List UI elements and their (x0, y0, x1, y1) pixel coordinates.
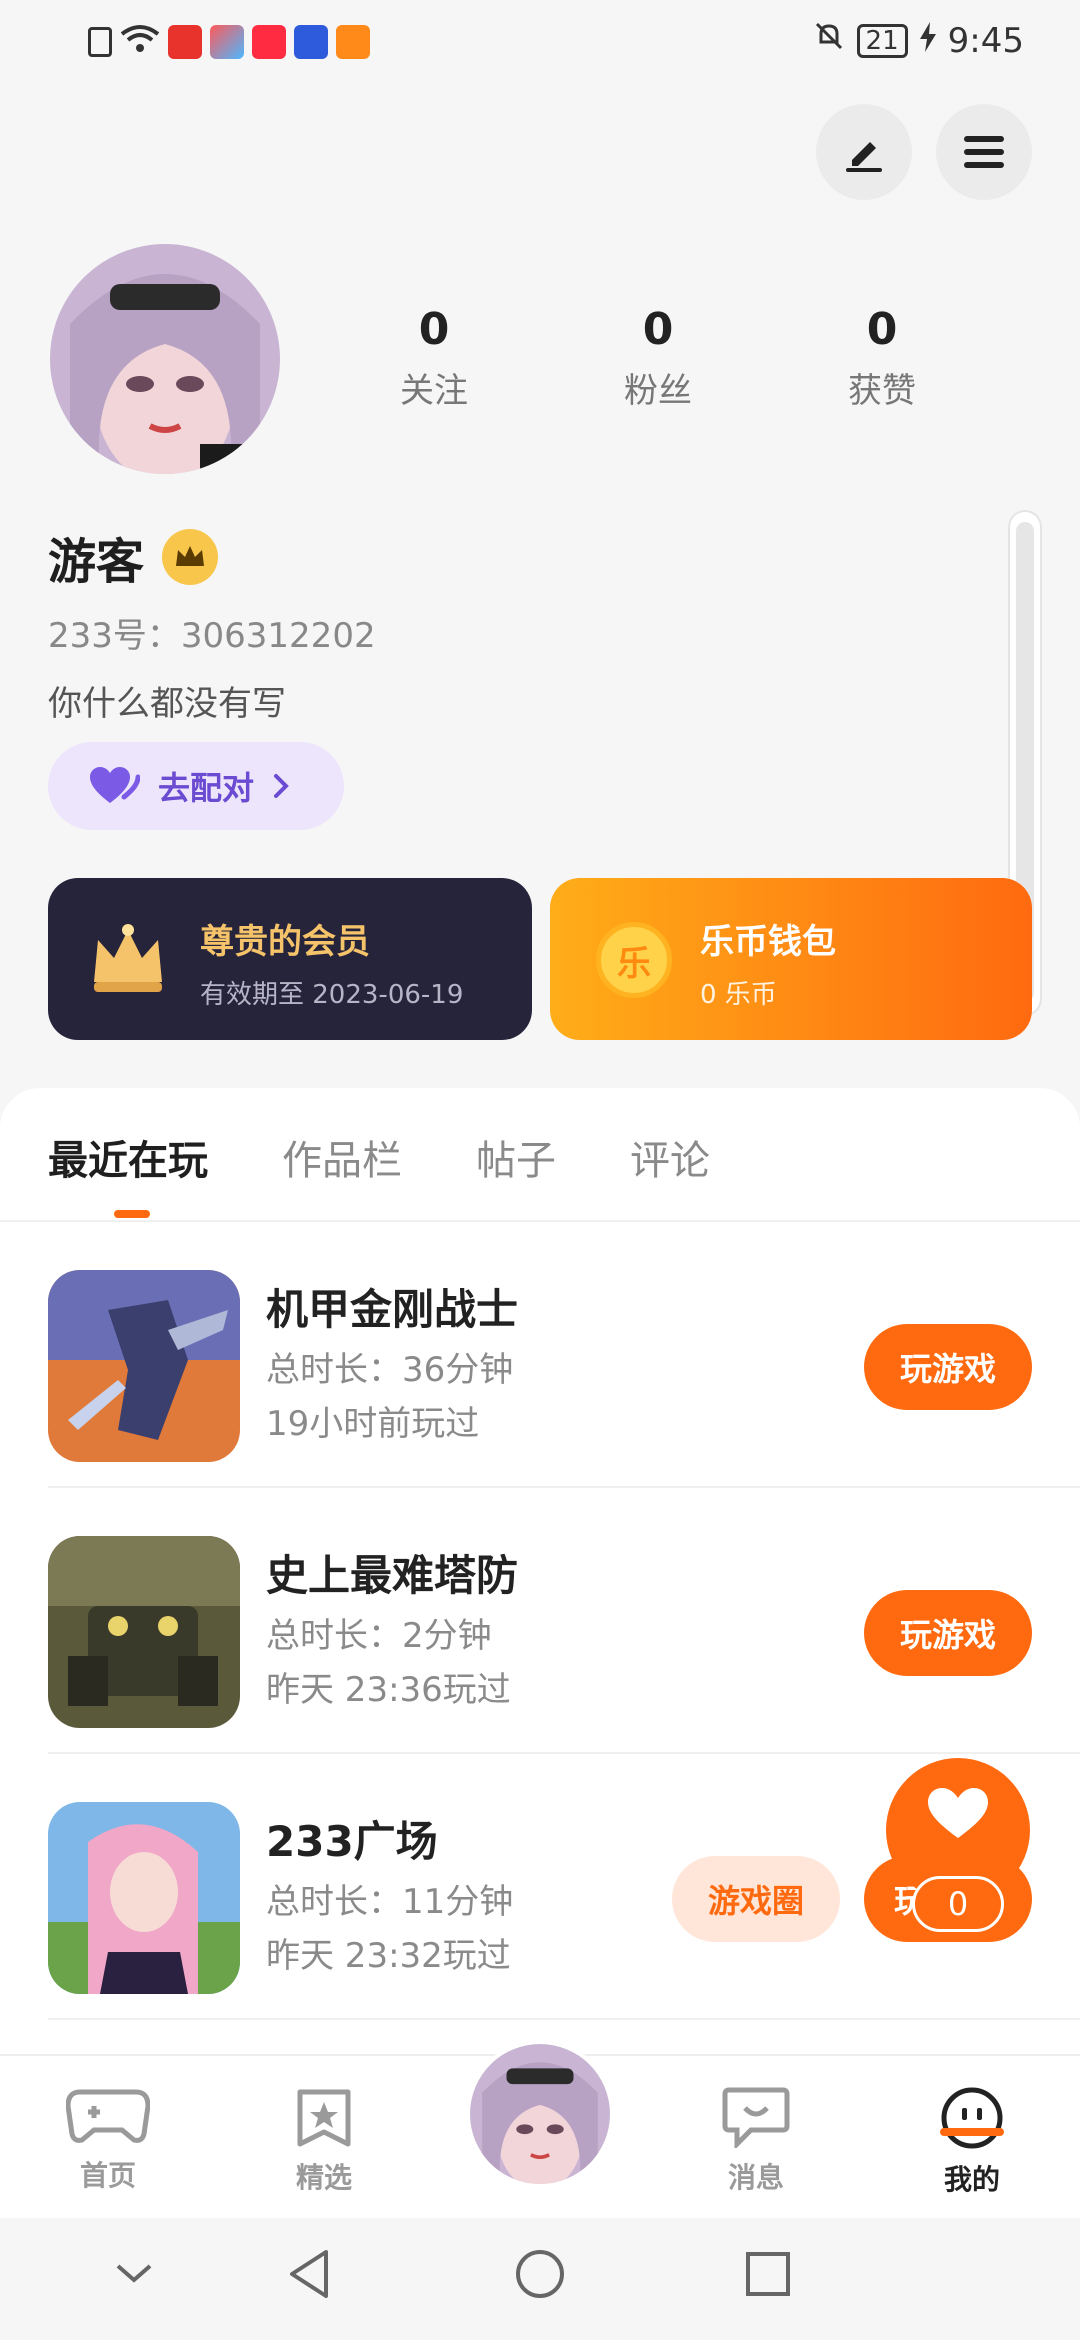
stat-likes[interactable]: 0 获赞 (802, 304, 962, 412)
tab-bar: 最近在玩 作品栏 帖子 评论 (48, 1128, 710, 1186)
gamepad-icon (65, 2089, 151, 2143)
game-last-played: 19小时前玩过 (266, 1404, 480, 1444)
nav-label: 我的 (943, 2163, 1000, 2196)
content-panel: 最近在玩 作品栏 帖子 评论 机甲金刚战士 总时长：36分钟 19小时前玩过 玩… (0, 1088, 1080, 2088)
game-name: 机甲金刚战士 (266, 1285, 519, 1334)
game-duration: 总时长：36分钟 (266, 1350, 514, 1390)
hamburger-icon (964, 136, 1004, 168)
vip-card-title: 尊贵的会员 (200, 922, 370, 962)
nav-messages[interactable]: 消息 (686, 2086, 826, 2196)
tab-recent[interactable]: 最近在玩 (48, 1128, 208, 1186)
menu-button[interactable] (936, 104, 1032, 200)
stat-following[interactable]: 0 关注 (354, 304, 514, 412)
alert-icon (88, 27, 112, 57)
nav-label: 首页 (79, 2159, 136, 2192)
recents-icon[interactable] (744, 2250, 792, 2298)
stat-label: 粉丝 (624, 371, 692, 411)
game-circle-button[interactable]: 游戏圈 (672, 1856, 840, 1942)
match-button[interactable]: 去配对 (48, 742, 344, 830)
nav-center-avatar[interactable] (466, 2040, 614, 2188)
name-row: 游客 (48, 522, 219, 592)
back-icon[interactable] (286, 2248, 330, 2300)
wallet-card-title: 乐币钱包 (700, 922, 836, 962)
stat-value: 0 (866, 304, 898, 355)
username: 游客 (48, 534, 145, 590)
tab-posts[interactable]: 帖子 (476, 1128, 556, 1186)
tab-comments[interactable]: 评论 (630, 1128, 710, 1186)
coin-char: 乐 (617, 943, 651, 984)
vip-badge[interactable] (162, 529, 219, 585)
chat-bubble-icon (722, 2087, 790, 2151)
system-nav-bar (0, 2218, 1080, 2340)
play-game-button[interactable]: 玩游戏 (864, 1324, 1032, 1410)
like-count: 0 (912, 1876, 1004, 1932)
stat-label: 关注 (400, 371, 468, 411)
app-icon (252, 25, 286, 59)
profile-avatar[interactable] (50, 244, 280, 474)
crown-icon (176, 546, 205, 566)
vip-card[interactable]: 尊贵的会员 有效期至 2023-06-19 (48, 878, 532, 1040)
nav-active-indicator (940, 2128, 1004, 2136)
face-icon (941, 2087, 1003, 2149)
wifi-icon (120, 24, 160, 60)
chevron-right-icon (274, 774, 289, 798)
game-last-played: 昨天 23:36玩过 (266, 1670, 511, 1710)
charging-icon (919, 21, 936, 61)
game-name: 233广场 (266, 1817, 438, 1866)
nav-label: 消息 (727, 2161, 784, 2194)
game-duration: 总时长：2分钟 (266, 1616, 492, 1656)
stat-value: 0 (642, 304, 674, 355)
nav-label: 精选 (295, 2161, 352, 2194)
vip-card-subtitle: 有效期至 2023-06-19 (200, 980, 464, 1010)
play-game-button[interactable]: 玩游戏 (864, 1590, 1032, 1676)
user-bio: 你什么都没有写 (48, 684, 286, 724)
notification-icons (88, 24, 370, 60)
nav-featured[interactable]: 精选 (254, 2086, 394, 2196)
user-id: 233号：306312202 (48, 616, 376, 656)
clock: 9:45 (947, 20, 1024, 61)
mute-icon (813, 20, 845, 61)
wallet-card[interactable]: 乐 乐币钱包 0 乐币 (550, 878, 1032, 1040)
stat-label: 获赞 (848, 371, 916, 411)
star-bookmark-icon (297, 2089, 351, 2147)
game-name: 史上最难塔防 (266, 1551, 519, 1600)
coin-icon: 乐 (596, 922, 672, 998)
app-icon (336, 25, 370, 59)
game-thumbnail[interactable] (48, 1270, 240, 1462)
game-row[interactable]: 史上最难塔防 总时长：2分钟 昨天 23:36玩过 玩游戏 (0, 1488, 1080, 1754)
nav-me[interactable]: 我的 (902, 2086, 1042, 2198)
pencil-icon (846, 142, 882, 172)
game-row[interactable]: 机甲金刚战士 总时长：36分钟 19小时前玩过 玩游戏 (0, 1222, 1080, 1488)
app-icon (294, 25, 328, 59)
heart-icon (90, 767, 140, 803)
stat-value: 0 (418, 304, 450, 355)
system-status: 21 9:45 (813, 20, 1024, 61)
app-icon (210, 25, 244, 59)
game-thumbnail[interactable] (48, 1802, 240, 1994)
wallet-card-subtitle: 0 乐币 (700, 980, 777, 1010)
edit-profile-button[interactable] (816, 104, 912, 200)
heart-icon (928, 1788, 988, 1838)
tab-works[interactable]: 作品栏 (282, 1128, 402, 1186)
crown-icon (94, 924, 162, 992)
game-last-played: 昨天 23:32玩过 (266, 1936, 511, 1976)
battery-indicator: 21 (856, 23, 908, 58)
home-icon[interactable] (514, 2248, 566, 2300)
status-bar: 21 9:45 (0, 0, 1080, 86)
match-label: 去配对 (158, 769, 255, 807)
chevron-down-icon[interactable] (114, 2262, 154, 2286)
stat-followers[interactable]: 0 粉丝 (578, 304, 738, 412)
game-thumbnail[interactable] (48, 1536, 240, 1728)
nav-home[interactable]: 首页 (38, 2086, 178, 2194)
game-duration: 总时长：11分钟 (266, 1882, 514, 1922)
app-icon (168, 25, 202, 59)
divider (48, 2018, 1080, 2020)
tab-indicator (114, 1210, 150, 1218)
